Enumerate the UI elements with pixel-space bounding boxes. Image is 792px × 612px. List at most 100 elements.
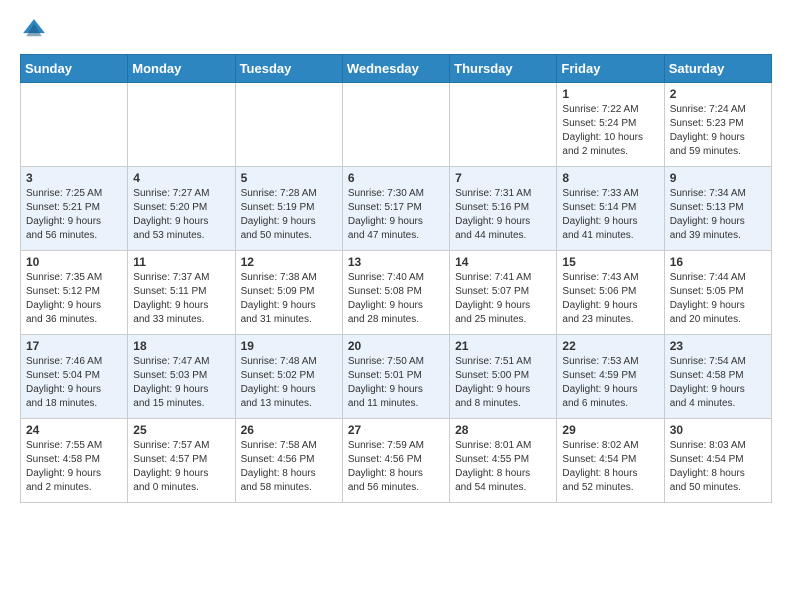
calendar-cell — [21, 83, 128, 167]
calendar-cell: 5 Sunrise: 7:28 AM Sunset: 5:19 PM Daylig… — [235, 167, 342, 251]
day-info: Sunrise: 7:28 AM Sunset: 5:19 PM Dayligh… — [241, 187, 337, 243]
calendar-week-row: 10Sunrise: 7:35 AM Sunset: 5:12 PM Dayli… — [21, 251, 772, 335]
calendar-cell: 13 Sunrise: 7:40 AM Sunset: 5:08 PM Dayli… — [342, 251, 449, 335]
calendar-cell: 20 Sunrise: 7:50 AM Sunset: 5:01 PM Dayli… — [342, 335, 449, 419]
calendar-cell — [128, 83, 235, 167]
day-number: 16 — [670, 255, 766, 269]
day-info: Sunrise: 7:57 AM Sunset: 4:57 PM Dayligh… — [133, 439, 229, 495]
calendar-cell: 30 Sunrise: 8:03 AM Sunset: 4:54 PM Dayli… — [664, 419, 771, 503]
day-number: 1 — [562, 87, 658, 101]
day-number: 12 — [241, 255, 337, 269]
day-info: Sunrise: 7:31 AM Sunset: 5:16 PM Dayligh… — [455, 187, 551, 243]
calendar-cell: 21Sunrise: 7:51 AM Sunset: 5:00 PM Dayli… — [450, 335, 557, 419]
weekday-header: Monday — [128, 55, 235, 83]
calendar-cell — [450, 83, 557, 167]
day-number: 20 — [348, 339, 444, 353]
calendar-cell: 24 Sunrise: 7:55 AM Sunset: 4:58 PM Dayli… — [21, 419, 128, 503]
calendar-cell: 3Sunrise: 7:25 AM Sunset: 5:21 PM Daylig… — [21, 167, 128, 251]
calendar-week-row: 3Sunrise: 7:25 AM Sunset: 5:21 PM Daylig… — [21, 167, 772, 251]
logo-icon — [20, 16, 48, 44]
day-number: 4 — [133, 171, 229, 185]
day-number: 24 — [26, 423, 122, 437]
header — [20, 16, 772, 44]
day-number: 8 — [562, 171, 658, 185]
calendar-cell — [342, 83, 449, 167]
day-info: Sunrise: 7:40 AM Sunset: 5:08 PM Dayligh… — [348, 271, 444, 327]
calendar-cell: 18 Sunrise: 7:47 AM Sunset: 5:03 PM Dayli… — [128, 335, 235, 419]
calendar-cell: 29 Sunrise: 8:02 AM Sunset: 4:54 PM Dayli… — [557, 419, 664, 503]
day-info: Sunrise: 7:48 AM Sunset: 5:02 PM Dayligh… — [241, 355, 337, 411]
day-info: Sunrise: 7:30 AM Sunset: 5:17 PM Dayligh… — [348, 187, 444, 243]
calendar-cell: 6 Sunrise: 7:30 AM Sunset: 5:17 PM Daylig… — [342, 167, 449, 251]
day-info: Sunrise: 7:51 AM Sunset: 5:00 PM Dayligh… — [455, 355, 551, 411]
day-info: Sunrise: 7:50 AM Sunset: 5:01 PM Dayligh… — [348, 355, 444, 411]
day-number: 14 — [455, 255, 551, 269]
weekday-header: Tuesday — [235, 55, 342, 83]
day-info: Sunrise: 7:34 AM Sunset: 5:13 PM Dayligh… — [670, 187, 766, 243]
day-number: 3 — [26, 171, 122, 185]
day-number: 6 — [348, 171, 444, 185]
calendar-cell: 4Sunrise: 7:27 AM Sunset: 5:20 PM Daylig… — [128, 167, 235, 251]
day-number: 23 — [670, 339, 766, 353]
page: SundayMondayTuesdayWednesdayThursdayFrid… — [0, 0, 792, 523]
day-info: Sunrise: 8:01 AM Sunset: 4:55 PM Dayligh… — [455, 439, 551, 495]
day-number: 17 — [26, 339, 122, 353]
calendar-week-row: 24 Sunrise: 7:55 AM Sunset: 4:58 PM Dayli… — [21, 419, 772, 503]
day-number: 11 — [133, 255, 229, 269]
calendar-cell: 10Sunrise: 7:35 AM Sunset: 5:12 PM Dayli… — [21, 251, 128, 335]
calendar-cell: 19 Sunrise: 7:48 AM Sunset: 5:02 PM Dayli… — [235, 335, 342, 419]
day-info: Sunrise: 8:03 AM Sunset: 4:54 PM Dayligh… — [670, 439, 766, 495]
day-number: 18 — [133, 339, 229, 353]
calendar-cell: 22 Sunrise: 7:53 AM Sunset: 4:59 PM Dayli… — [557, 335, 664, 419]
day-number: 26 — [241, 423, 337, 437]
calendar-cell: 17 Sunrise: 7:46 AM Sunset: 5:04 PM Dayli… — [21, 335, 128, 419]
calendar-cell: 15 Sunrise: 7:43 AM Sunset: 5:06 PM Dayli… — [557, 251, 664, 335]
calendar-cell: 7 Sunrise: 7:31 AM Sunset: 5:16 PM Daylig… — [450, 167, 557, 251]
weekday-header: Thursday — [450, 55, 557, 83]
calendar-week-row: 17 Sunrise: 7:46 AM Sunset: 5:04 PM Dayli… — [21, 335, 772, 419]
day-number: 5 — [241, 171, 337, 185]
day-number: 7 — [455, 171, 551, 185]
day-number: 2 — [670, 87, 766, 101]
day-info: Sunrise: 7:37 AM Sunset: 5:11 PM Dayligh… — [133, 271, 229, 327]
calendar: SundayMondayTuesdayWednesdayThursdayFrid… — [20, 54, 772, 503]
calendar-cell: 12 Sunrise: 7:38 AM Sunset: 5:09 PM Dayli… — [235, 251, 342, 335]
day-info: Sunrise: 7:46 AM Sunset: 5:04 PM Dayligh… — [26, 355, 122, 411]
day-info: Sunrise: 8:02 AM Sunset: 4:54 PM Dayligh… — [562, 439, 658, 495]
calendar-cell: 1Sunrise: 7:22 AM Sunset: 5:24 PM Daylig… — [557, 83, 664, 167]
calendar-cell: 25 Sunrise: 7:57 AM Sunset: 4:57 PM Dayli… — [128, 419, 235, 503]
day-number: 25 — [133, 423, 229, 437]
day-info: Sunrise: 7:59 AM Sunset: 4:56 PM Dayligh… — [348, 439, 444, 495]
day-number: 27 — [348, 423, 444, 437]
day-info: Sunrise: 7:24 AM Sunset: 5:23 PM Dayligh… — [670, 103, 766, 159]
calendar-cell: 9 Sunrise: 7:34 AM Sunset: 5:13 PM Daylig… — [664, 167, 771, 251]
day-number: 29 — [562, 423, 658, 437]
day-info: Sunrise: 7:54 AM Sunset: 4:58 PM Dayligh… — [670, 355, 766, 411]
day-info: Sunrise: 7:33 AM Sunset: 5:14 PM Dayligh… — [562, 187, 658, 243]
weekday-header: Sunday — [21, 55, 128, 83]
calendar-cell: 8 Sunrise: 7:33 AM Sunset: 5:14 PM Daylig… — [557, 167, 664, 251]
day-number: 13 — [348, 255, 444, 269]
calendar-cell: 14 Sunrise: 7:41 AM Sunset: 5:07 PM Dayli… — [450, 251, 557, 335]
calendar-cell: 16 Sunrise: 7:44 AM Sunset: 5:05 PM Dayli… — [664, 251, 771, 335]
day-info: Sunrise: 7:55 AM Sunset: 4:58 PM Dayligh… — [26, 439, 122, 495]
weekday-header: Friday — [557, 55, 664, 83]
day-number: 30 — [670, 423, 766, 437]
calendar-cell: 11 Sunrise: 7:37 AM Sunset: 5:11 PM Dayli… — [128, 251, 235, 335]
logo — [20, 16, 52, 44]
day-number: 9 — [670, 171, 766, 185]
day-number: 28 — [455, 423, 551, 437]
calendar-week-row: 1Sunrise: 7:22 AM Sunset: 5:24 PM Daylig… — [21, 83, 772, 167]
calendar-cell: 28 Sunrise: 8:01 AM Sunset: 4:55 PM Dayli… — [450, 419, 557, 503]
day-number: 22 — [562, 339, 658, 353]
day-info: Sunrise: 7:53 AM Sunset: 4:59 PM Dayligh… — [562, 355, 658, 411]
day-info: Sunrise: 7:44 AM Sunset: 5:05 PM Dayligh… — [670, 271, 766, 327]
day-info: Sunrise: 7:38 AM Sunset: 5:09 PM Dayligh… — [241, 271, 337, 327]
day-info: Sunrise: 7:43 AM Sunset: 5:06 PM Dayligh… — [562, 271, 658, 327]
day-info: Sunrise: 7:47 AM Sunset: 5:03 PM Dayligh… — [133, 355, 229, 411]
day-info: Sunrise: 7:41 AM Sunset: 5:07 PM Dayligh… — [455, 271, 551, 327]
day-number: 15 — [562, 255, 658, 269]
weekday-header: Saturday — [664, 55, 771, 83]
calendar-cell: 2 Sunrise: 7:24 AM Sunset: 5:23 PM Daylig… — [664, 83, 771, 167]
day-number: 19 — [241, 339, 337, 353]
